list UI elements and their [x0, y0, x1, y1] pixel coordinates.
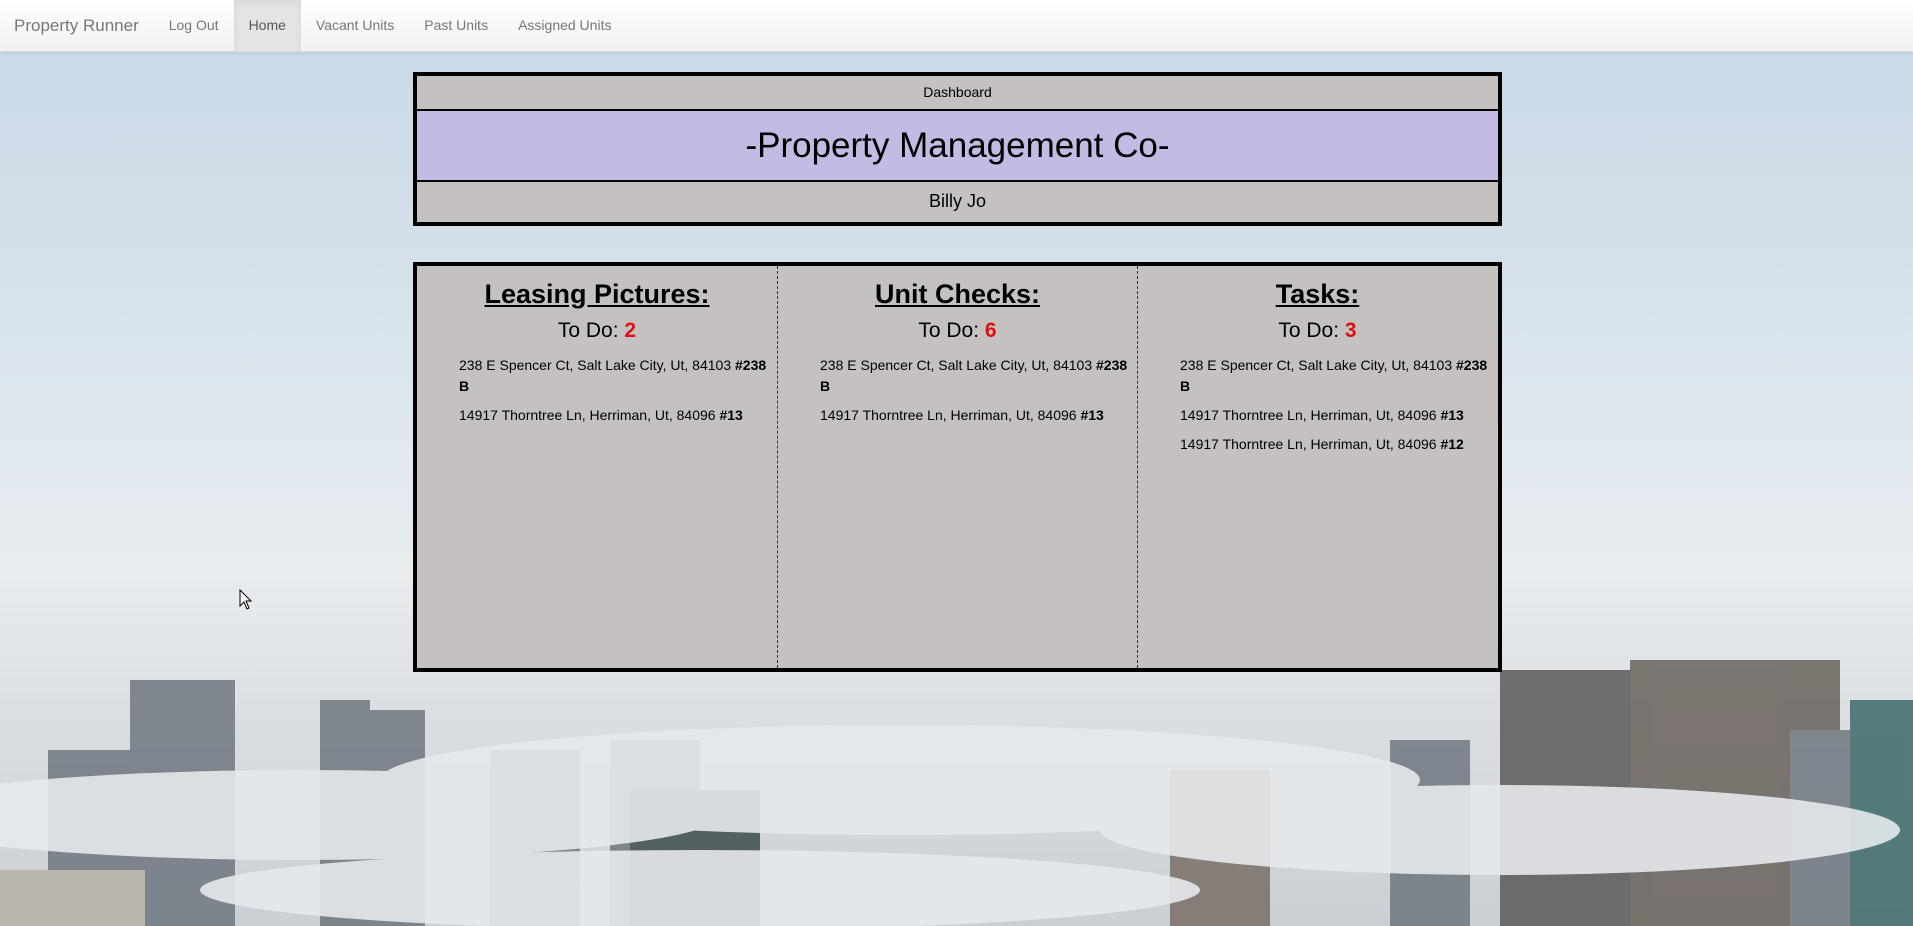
panel-title: Leasing Pictures:	[484, 279, 710, 309]
dashboard-panels: Leasing Pictures: To Do: 2 238 E Spencer…	[413, 262, 1502, 672]
todo-label: To Do:	[918, 319, 980, 342]
todo-label: To Do:	[1278, 319, 1340, 342]
panel-leasing-pictures: Leasing Pictures: To Do: 2 238 E Spencer…	[417, 266, 777, 668]
item-unit: #12	[1440, 436, 1464, 452]
nav-vacant-units[interactable]: Vacant Units	[301, 0, 409, 51]
panel-tasks: Tasks: To Do: 3 238 E Spencer Ct, Salt L…	[1137, 266, 1497, 668]
todo-count: 3	[1344, 319, 1357, 342]
nav-assigned-units[interactable]: Assigned Units	[503, 0, 626, 51]
nav-logout[interactable]: Log Out	[154, 0, 234, 51]
list-item[interactable]: 14917 Thorntree Ln, Herriman, Ut, 84096 …	[1138, 434, 1497, 455]
list-item[interactable]: 238 E Spencer Ct, Salt Lake City, Ut, 84…	[778, 355, 1137, 397]
panel-title: Tasks:	[1275, 279, 1360, 309]
todo-label: To Do:	[557, 319, 619, 342]
list-item[interactable]: 14917 Thorntree Ln, Herriman, Ut, 84096 …	[778, 405, 1137, 426]
brand-link[interactable]: Property Runner	[0, 0, 154, 51]
panel-title: Unit Checks:	[874, 279, 1041, 309]
list-item[interactable]: 238 E Spencer Ct, Salt Lake City, Ut, 84…	[417, 355, 777, 397]
list-item[interactable]: 14917 Thorntree Ln, Herriman, Ut, 84096 …	[417, 405, 777, 426]
user-name: Billy Jo	[928, 191, 986, 211]
list-item[interactable]: 238 E Spencer Ct, Salt Lake City, Ut, 84…	[1138, 355, 1497, 397]
item-unit: #13	[1440, 407, 1464, 423]
item-address: 14917 Thorntree Ln, Herriman, Ut, 84096	[1180, 407, 1437, 423]
nav-home[interactable]: Home	[233, 0, 301, 51]
todo-summary: To Do: 2	[417, 316, 777, 346]
company-title: -Property Management Co-	[417, 111, 1498, 182]
section-label: Dashboard	[417, 76, 1498, 111]
list-item[interactable]: 14917 Thorntree Ln, Herriman, Ut, 84096 …	[1138, 405, 1497, 426]
item-address: 238 E Spencer Ct, Salt Lake City, Ut, 84…	[459, 357, 732, 373]
item-address: 14917 Thorntree Ln, Herriman, Ut, 84096	[1180, 436, 1437, 452]
todo-summary: To Do: 6	[778, 316, 1137, 346]
city-skyline-background	[0, 660, 1913, 926]
todo-count: 2	[624, 319, 637, 342]
mouse-cursor-icon	[239, 589, 253, 610]
item-address: 14917 Thorntree Ln, Herriman, Ut, 84096	[820, 407, 1077, 423]
item-address: 14917 Thorntree Ln, Herriman, Ut, 84096	[459, 407, 716, 423]
top-navbar: Property Runner Log Out Home Vacant Unit…	[0, 0, 1913, 52]
todo-summary: To Do: 3	[1138, 316, 1497, 346]
item-address: 238 E Spencer Ct, Salt Lake City, Ut, 84…	[820, 357, 1093, 373]
todo-count: 6	[984, 319, 997, 342]
dashboard-header: Dashboard -Property Management Co- Billy…	[413, 72, 1502, 226]
item-address: 238 E Spencer Ct, Salt Lake City, Ut, 84…	[1180, 357, 1453, 373]
item-unit: #13	[719, 407, 743, 423]
item-unit: #13	[1080, 407, 1104, 423]
panel-unit-checks: Unit Checks: To Do: 6 238 E Spencer Ct, …	[777, 266, 1137, 668]
nav-past-units[interactable]: Past Units	[409, 0, 503, 51]
